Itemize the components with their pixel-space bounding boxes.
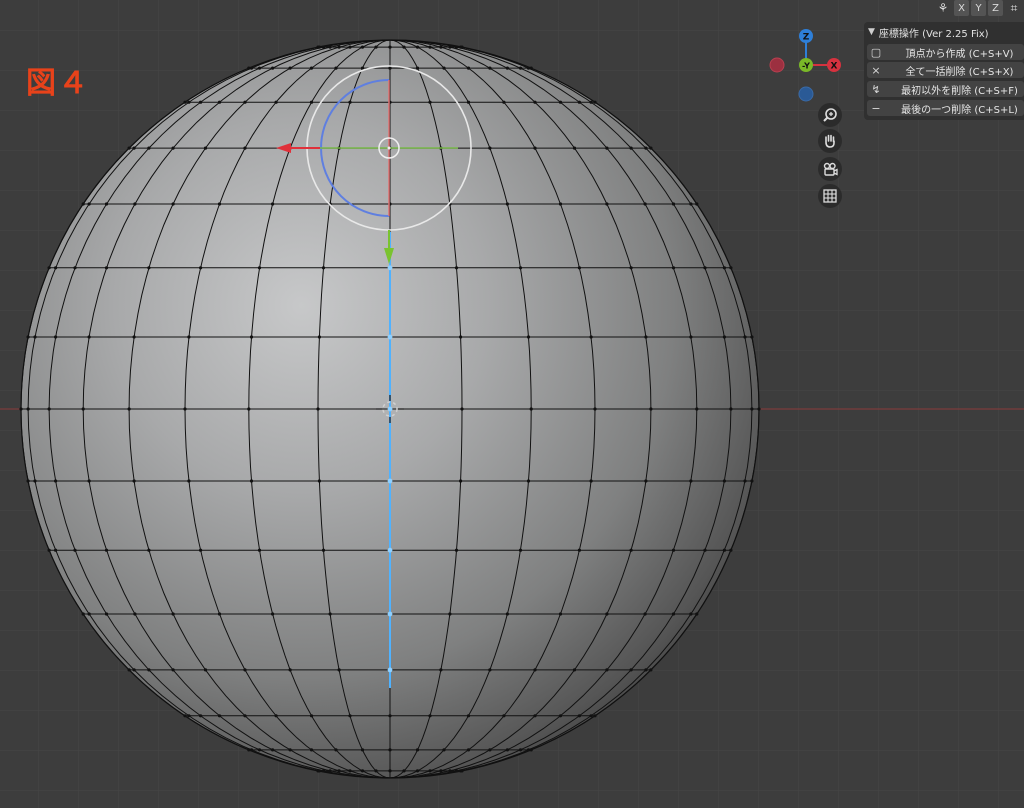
op-label: 最後の一つ削除 (C+S+L) [901,104,1018,116]
grid-icon[interactable] [818,184,842,208]
coordinate-ops-panel: ▼ 座標操作 (Ver 2.25 Fix) ▢ 頂点から作成 (C+S+V) ×… [864,22,1024,120]
add-vertex-icon: ▢ [870,45,882,59]
create-from-vertex-button[interactable]: ▢ 頂点から作成 (C+S+V) [867,44,1024,60]
gizmo-neg-x [769,57,785,73]
panel-header[interactable]: ▼ 座標操作 (Ver 2.25 Fix) [864,22,1024,42]
gizmo-y-label: -Y [802,62,810,71]
gizmo-neg-z [798,86,814,102]
op-label: 全て一括削除 (C+S+X) [905,66,1014,78]
delete-all-button[interactable]: × 全て一括削除 (C+S+X) [867,62,1024,78]
gizmo-x-label: X [831,62,838,72]
delete-except-first-button[interactable]: ↯ 最初以外を削除 (C+S+F) [867,81,1024,97]
close-icon: × [871,63,881,77]
mirror-y-toggle[interactable]: Y [971,0,986,16]
figure-label: 図４ [26,66,90,101]
op-label: 頂点から作成 (C+S+V) [905,48,1014,60]
delete-last-button[interactable]: − 最後の一つ削除 (C+S+L) [867,100,1024,116]
gizmo-z-label: Z [803,33,810,43]
keep-first-icon: ↯ [871,82,881,96]
mirror-x-toggle[interactable]: X [954,0,969,16]
mirror-z-toggle[interactable]: Z [988,0,1003,16]
zoom-icon[interactable] [818,103,842,127]
snap-icon[interactable]: ⌗ [1005,0,1023,16]
minus-icon: − [871,101,881,115]
panel-title: 座標操作 (Ver 2.25 Fix) [878,28,989,40]
3d-viewport[interactable]: Z X -Y [0,0,1024,808]
camera-icon[interactable] [818,157,842,181]
chevron-down-icon[interactable]: ▼ [868,27,875,37]
hand-icon[interactable] [818,129,842,153]
op-label: 最初以外を削除 (C+S+F) [901,85,1018,97]
butterfly-icon[interactable]: ⚘ [934,0,952,16]
mirror-axis-toggles: ⚘ X Y Z ⌗ [934,0,1023,17]
